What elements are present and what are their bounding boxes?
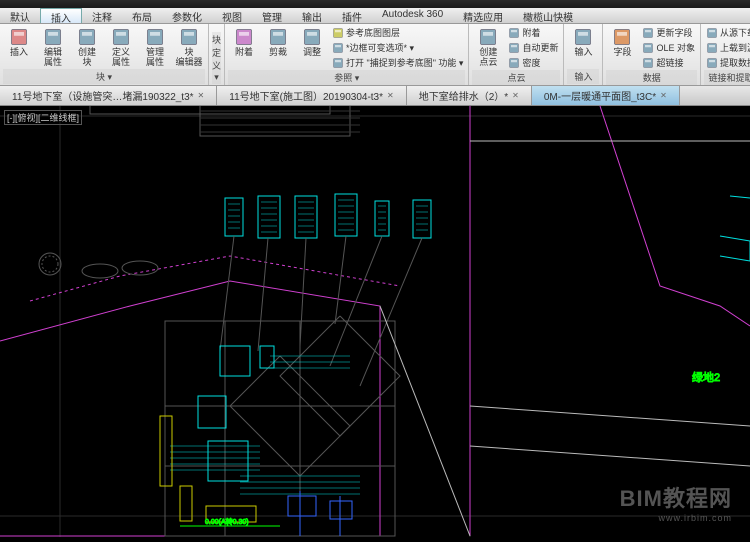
ribbon-btn-frame[interactable]: *边框可变选项* ▾: [330, 40, 465, 55]
file-tabs: 11号地下室（设施管突…堵漏190322_t3*✕11号地下室(施工图）2019…: [0, 86, 750, 106]
ribbon-btn-ul[interactable]: 上载到源: [704, 40, 750, 55]
ribbon-panel-label[interactable]: 参照 ▾: [228, 70, 465, 85]
ribbon: 插入编辑属性创建块定义属性管理属性块编辑器块 ▾块定义 ▾附着剪裁调整参考底图图…: [0, 24, 750, 86]
ribbon-btn-upd-field[interactable]: 更新字段: [640, 25, 697, 40]
ribbon-btn-extract[interactable]: 提取数据: [704, 55, 750, 70]
ribbon-btn-create-pc[interactable]: 创建点云: [472, 25, 504, 69]
tab-label: 11号地下室(施工图）20190304-t3*: [229, 88, 383, 103]
ribbon-btn-clip[interactable]: 剪裁: [262, 25, 294, 59]
menu-布局[interactable]: 布局: [122, 8, 162, 23]
ribbon-btn-block-editor[interactable]: 块编辑器: [173, 25, 205, 69]
menu-参数化[interactable]: 参数化: [162, 8, 212, 23]
tab-label: 地下室给排水（2）*: [419, 88, 508, 103]
autoupd-icon: [508, 42, 520, 54]
menu-插入[interactable]: 插入: [40, 8, 82, 23]
ribbon-btn-layer[interactable]: 参考底图图层: [330, 25, 465, 40]
menu-橄榄山快模[interactable]: 橄榄山快模: [513, 8, 583, 23]
ole-icon: [642, 42, 654, 54]
ribbon-btn-autoupd[interactable]: 自动更新: [506, 40, 560, 55]
ribbon-panel-label[interactable]: 点云: [472, 70, 560, 85]
ribbon-btn-attach[interactable]: 附着: [228, 25, 260, 59]
ribbon-btn-attach2[interactable]: 附着: [506, 25, 560, 40]
ribbon-btn-ole[interactable]: OLE 对象: [640, 40, 697, 55]
view-label[interactable]: [-][俯视][二维线框]: [4, 110, 82, 125]
file-tab[interactable]: 11号地下室(施工图）20190304-t3* ✕: [217, 86, 406, 105]
ribbon-btn-insert[interactable]: 插入: [3, 25, 35, 59]
close-icon[interactable]: ✕: [387, 91, 394, 100]
close-icon[interactable]: ✕: [198, 91, 205, 100]
ribbon-btn-density[interactable]: 密度: [506, 55, 560, 70]
watermark-title: BIM教程网: [620, 481, 732, 513]
frame-icon: [332, 42, 344, 54]
extract-icon: [706, 57, 718, 69]
ribbon-btn-field[interactable]: 字段: [606, 25, 638, 59]
menu-Autodesk 360[interactable]: Autodesk 360: [372, 8, 453, 23]
ribbon-btn-adjust[interactable]: 调整: [296, 25, 328, 59]
menubar: 默认插入注释布局参数化视图管理输出插件Autodesk 360精选应用橄榄山快模: [0, 8, 750, 24]
ribbon-btn-hyperlink[interactable]: 超链接: [640, 55, 697, 70]
svg-text:绿地2: 绿地2: [692, 370, 720, 384]
manage-attr-icon: [145, 27, 165, 47]
titlebar: [0, 0, 750, 8]
tab-label: 0M-一层暖通平面图_t3C*: [544, 88, 656, 103]
menu-视图[interactable]: 视图: [212, 8, 252, 23]
menu-默认[interactable]: 默认: [0, 8, 40, 23]
ribbon-btn-manage-attr[interactable]: 管理属性: [139, 25, 171, 69]
ribbon-panel-label[interactable]: 输入: [567, 69, 599, 84]
ribbon-panel: 块定义 ▾: [209, 24, 225, 85]
snap-icon: [332, 57, 344, 69]
create-block-icon: [77, 27, 97, 47]
layer-icon: [332, 27, 344, 39]
field-icon: [612, 27, 632, 47]
ribbon-panel-label[interactable]: 块定义 ▾: [212, 32, 221, 84]
file-tab[interactable]: 0M-一层暖通平面图_t3C* ✕: [532, 86, 680, 105]
ribbon-panel: 从源下载上载到源提取数据链接和提取: [701, 24, 750, 85]
menu-输出[interactable]: 输出: [292, 8, 332, 23]
hyperlink-icon: [642, 57, 654, 69]
menu-管理[interactable]: 管理: [252, 8, 292, 23]
ribbon-panel-label[interactable]: 块 ▾: [3, 69, 205, 84]
file-tab[interactable]: 地下室给排水（2）* ✕: [407, 86, 532, 105]
ribbon-btn-def-attr[interactable]: 定义属性: [105, 25, 137, 69]
menu-注释[interactable]: 注释: [82, 8, 122, 23]
file-tab[interactable]: 11号地下室（设施管突…堵漏190322_t3* ✕: [0, 86, 217, 105]
watermark: BIM教程网 www.irbim.com: [620, 481, 732, 523]
ribbon-btn-dl[interactable]: 从源下载: [704, 25, 750, 40]
import-icon: [573, 27, 593, 47]
drawing-canvas[interactable]: 0.00(A转0.30) 绿地2: [0, 106, 750, 537]
ribbon-panel-label[interactable]: 数据: [606, 70, 697, 85]
density-icon: [508, 57, 520, 69]
insert-icon: [9, 27, 29, 47]
adjust-icon: [302, 27, 322, 47]
ribbon-panel: 字段更新字段OLE 对象超链接数据: [603, 24, 701, 85]
attach-icon: [234, 27, 254, 47]
tab-label: 11号地下室（设施管突…堵漏190322_t3*: [12, 88, 194, 103]
def-attr-icon: [111, 27, 131, 47]
create-pc-icon: [478, 27, 498, 47]
ribbon-panel-label[interactable]: 链接和提取: [704, 70, 750, 85]
ul-icon: [706, 42, 718, 54]
ribbon-btn-edit-attr[interactable]: 编辑属性: [37, 25, 69, 69]
close-icon[interactable]: ✕: [660, 91, 667, 100]
ribbon-panel: 插入编辑属性创建块定义属性管理属性块编辑器块 ▾: [0, 24, 209, 85]
clip-icon: [268, 27, 288, 47]
menu-插件[interactable]: 插件: [332, 8, 372, 23]
ribbon-btn-import[interactable]: 输入: [567, 25, 599, 59]
ribbon-panel: 输入输入: [564, 24, 603, 85]
edit-attr-icon: [43, 27, 63, 47]
dl-icon: [706, 27, 718, 39]
ribbon-panel: 创建点云附着自动更新密度点云: [469, 24, 564, 85]
svg-text:0.00(A转0.30): 0.00(A转0.30): [205, 517, 249, 526]
menu-精选应用[interactable]: 精选应用: [453, 8, 513, 23]
ribbon-btn-create-block[interactable]: 创建块: [71, 25, 103, 69]
ribbon-panel: 附着剪裁调整参考底图图层*边框可变选项* ▾打开 "捕捉到参考底图" 功能 ▾参…: [225, 24, 469, 85]
watermark-url: www.irbim.com: [620, 513, 732, 523]
close-icon[interactable]: ✕: [512, 91, 519, 100]
block-editor-icon: [179, 27, 199, 47]
ribbon-btn-snap[interactable]: 打开 "捕捉到参考底图" 功能 ▾: [330, 55, 465, 70]
attach2-icon: [508, 27, 520, 39]
upd-field-icon: [642, 27, 654, 39]
